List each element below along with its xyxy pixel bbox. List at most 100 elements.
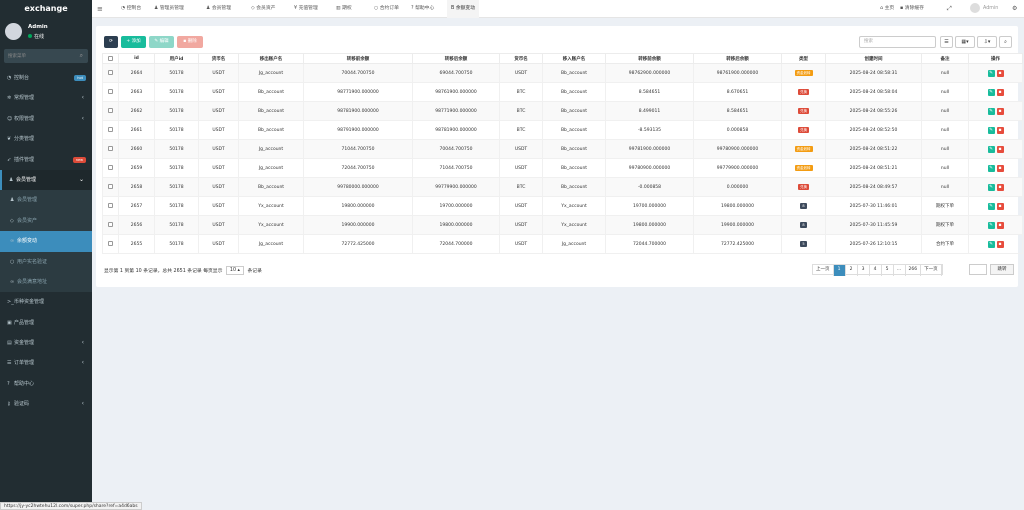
sidebar-item-16[interactable]: ⚷ 验证码 ‹ xyxy=(0,394,92,414)
table-search-input[interactable]: 搜索 xyxy=(859,36,936,48)
row-delete-button[interactable]: ▪ xyxy=(996,69,1004,77)
column-header-11[interactable]: 类型 xyxy=(781,53,826,64)
row-delete-button[interactable]: ▪ xyxy=(996,202,1004,210)
row-edit-button[interactable]: ✎ xyxy=(987,240,995,248)
row-select-cell[interactable] xyxy=(102,215,119,235)
sidebar-item-12[interactable]: ▣ 产品管理 xyxy=(0,313,92,333)
column-header-7[interactable]: 货币名 xyxy=(499,53,543,64)
sidebar-item-0[interactable]: ◔ 控制台 hot xyxy=(0,68,92,88)
row-edit-button[interactable]: ✎ xyxy=(987,183,995,191)
row-delete-button[interactable]: ▪ xyxy=(996,183,1004,191)
row-edit-button[interactable]: ✎ xyxy=(987,107,995,115)
row-edit-button[interactable]: ✎ xyxy=(987,145,995,153)
column-header-6[interactable]: 转移后余额 xyxy=(412,53,500,64)
column-header-13[interactable]: 备注 xyxy=(921,53,969,64)
column-header-1[interactable]: id xyxy=(118,53,155,64)
row-select-cell[interactable] xyxy=(102,177,119,197)
sidebar-item-13[interactable]: ▤ 资金管理 ‹ xyxy=(0,333,92,353)
refresh-button[interactable]: ⟳ xyxy=(104,36,118,48)
edit-button[interactable]: ✎ 编辑 xyxy=(149,36,174,48)
jump-button[interactable]: 跳转 xyxy=(990,264,1014,275)
row-select-cell[interactable] xyxy=(102,63,119,83)
table-row[interactable]: 2662 50178 USDT Bb_account 98781900.000000 98… xyxy=(102,101,1023,121)
column-header-3[interactable]: 货币名 xyxy=(198,53,239,64)
row-select-cell[interactable] xyxy=(102,139,119,159)
page-button-0[interactable]: 1 xyxy=(833,265,846,276)
fullscreen-icon[interactable]: ⤢ xyxy=(947,0,952,18)
row-delete-button[interactable]: ▪ xyxy=(996,240,1004,248)
table-row[interactable]: 2664 50178 USDT Jg_account 70044.700750 69044… xyxy=(102,63,1023,83)
prev-page-button[interactable]: 上一页 xyxy=(813,265,834,276)
row-checkbox[interactable] xyxy=(108,241,113,246)
table-row[interactable]: 2658 50178 USDT Bb_account 99780000.000000 99… xyxy=(102,177,1023,197)
row-delete-button[interactable]: ▪ xyxy=(996,164,1004,172)
page-button-1[interactable]: 2 xyxy=(846,265,858,276)
tab-5[interactable]: ▥ 期权 xyxy=(332,0,356,18)
tab-1[interactable]: ♟ 管理员管理 xyxy=(150,0,188,18)
column-header-2[interactable]: 用户id xyxy=(154,53,199,64)
app-logo[interactable]: exchange xyxy=(0,0,92,18)
row-checkbox[interactable] xyxy=(108,165,113,170)
tab-7[interactable]: ? 帮助中心 xyxy=(407,0,438,18)
sidebar-item-9[interactable]: ○ 用户实名验证 xyxy=(0,251,92,272)
table-row[interactable]: 2656 50178 USDT Yx_account 19900.000000 19800… xyxy=(102,215,1023,235)
row-edit-button[interactable]: ✎ xyxy=(987,88,995,96)
row-checkbox[interactable] xyxy=(108,70,113,75)
home-link[interactable]: ⌂ 主页 xyxy=(880,0,894,18)
column-header-0[interactable] xyxy=(102,53,119,64)
menu-toggle-icon[interactable]: ≡ xyxy=(97,0,103,18)
tab-4[interactable]: ¥ 充值管理 xyxy=(290,0,322,18)
sidebar-item-1[interactable]: ✲ 常规管理 ‹ xyxy=(0,88,92,108)
row-delete-button[interactable]: ▪ xyxy=(996,145,1004,153)
row-checkbox[interactable] xyxy=(108,184,113,189)
table-row[interactable]: 2663 50178 USDT Bb_account 98771900.000000 98… xyxy=(102,82,1023,102)
row-edit-button[interactable]: ✎ xyxy=(987,202,995,210)
table-row[interactable]: 2660 50178 USDT Jg_account 71044.700750 70044… xyxy=(102,139,1023,159)
column-header-5[interactable]: 转移前余额 xyxy=(303,53,413,64)
sidebar-item-7[interactable]: ◇ 会员资产 xyxy=(0,210,92,232)
row-edit-button[interactable]: ✎ xyxy=(987,164,995,172)
sidebar-item-8[interactable]: ∞ 余额变动 xyxy=(0,231,92,252)
row-checkbox[interactable] xyxy=(108,89,113,94)
jump-page-input[interactable] xyxy=(969,264,987,275)
row-edit-button[interactable]: ✎ xyxy=(987,126,995,134)
column-header-8[interactable]: 移入账户名 xyxy=(542,53,606,64)
row-select-cell[interactable] xyxy=(102,196,119,216)
column-header-9[interactable]: 转移前余额 xyxy=(605,53,694,64)
row-checkbox[interactable] xyxy=(108,222,113,227)
sidebar-item-3[interactable]: ❦ 分类管理 xyxy=(0,129,92,149)
select-all-checkbox[interactable] xyxy=(108,55,113,61)
row-delete-button[interactable]: ▪ xyxy=(996,126,1004,134)
export-button[interactable]: ⇩▾ xyxy=(977,36,997,48)
sidebar-item-2[interactable]: ☺ 权限管理 ‹ xyxy=(0,109,92,129)
sidebar-item-4[interactable]: ➶ 插件管理 new xyxy=(0,150,92,170)
table-row[interactable]: 2661 50178 USDT Bb_account 98791900.000000 98… xyxy=(102,120,1023,140)
delete-button[interactable]: ▪ 删除 xyxy=(177,36,203,48)
row-select-cell[interactable] xyxy=(102,158,119,178)
column-header-4[interactable]: 移出账户名 xyxy=(238,53,304,64)
tab-0[interactable]: ◔ 控制台 xyxy=(117,0,145,18)
add-button[interactable]: + 添加 xyxy=(121,36,146,48)
search-toggle-button[interactable]: ⌕ xyxy=(999,36,1012,48)
next-page-button[interactable]: 下一页 xyxy=(921,265,942,276)
row-checkbox[interactable] xyxy=(108,146,113,151)
page-button-5[interactable]: ... xyxy=(894,265,906,276)
row-delete-button[interactable]: ▪ xyxy=(996,107,1004,115)
page-button-4[interactable]: 5 xyxy=(882,265,894,276)
table-row[interactable]: 2657 50178 USDT Yx_account 19800.000000 19700… xyxy=(102,196,1023,216)
search-icon[interactable]: ⌕ xyxy=(80,52,83,60)
column-header-14[interactable]: 操作 xyxy=(968,53,1023,64)
page-button-2[interactable]: 3 xyxy=(858,265,870,276)
row-edit-button[interactable]: ✎ xyxy=(987,69,995,77)
column-header-10[interactable]: 转移后余额 xyxy=(693,53,782,64)
row-select-cell[interactable] xyxy=(102,101,119,121)
row-checkbox[interactable] xyxy=(108,203,113,208)
page-button-6[interactable]: 266 xyxy=(906,265,922,276)
table-row[interactable]: 2659 50178 USDT Jg_account 72044.700750 71044… xyxy=(102,158,1023,178)
clear-cache-link[interactable]: ▪ 清除缓存 xyxy=(900,0,924,18)
columns-button[interactable]: ▦▾ xyxy=(955,36,975,48)
sidebar-item-6[interactable]: ♟ 会员管理 xyxy=(0,190,92,211)
settings-icon[interactable]: ⚙ xyxy=(1012,0,1017,18)
tab-8[interactable]: B 余额变动 xyxy=(447,0,480,18)
row-delete-button[interactable]: ▪ xyxy=(996,88,1004,96)
